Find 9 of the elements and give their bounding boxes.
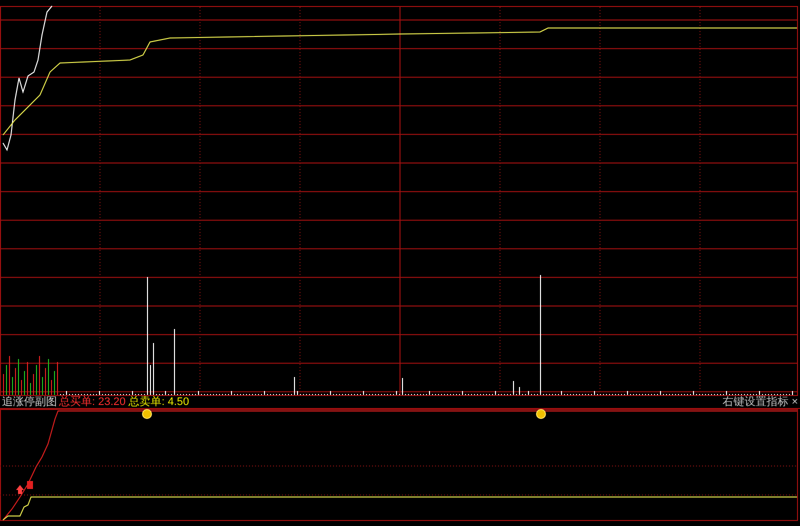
indicator-name: 追涨停副图 (2, 396, 57, 408)
up-arrow-icon (16, 485, 24, 494)
indicator-value: 总买单: 23.20 (59, 396, 126, 408)
close-button[interactable]: × (792, 396, 798, 408)
marker-icon (27, 481, 33, 489)
coin-icon (142, 409, 152, 419)
indicator-value: 总卖单: 4.50 (128, 396, 190, 408)
coin-icon (536, 409, 546, 419)
indicator-hint: 右键设置指标 (722, 396, 789, 408)
